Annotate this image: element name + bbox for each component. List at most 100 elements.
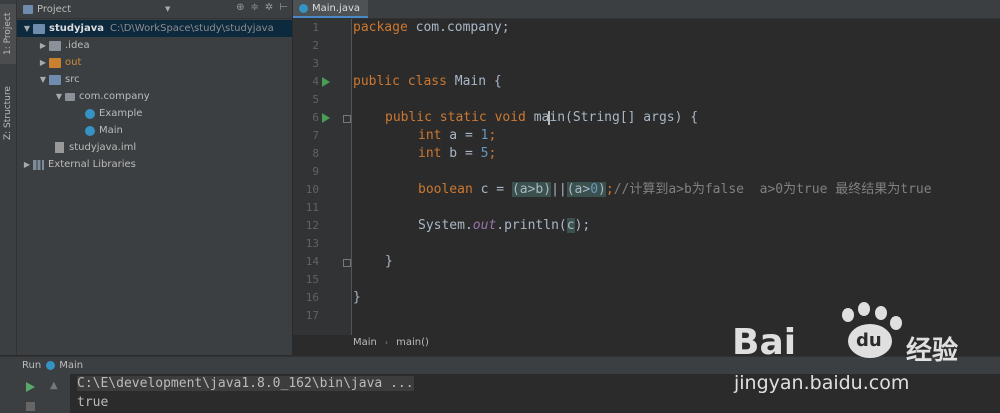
tree-item-label: External Libraries (48, 159, 136, 170)
chevron-down-icon[interactable]: ▼ (21, 24, 33, 33)
code-line-8: int b = 5; (418, 145, 496, 163)
rerun-icon[interactable] (26, 382, 35, 392)
line-number: 4 (312, 75, 319, 88)
method-name: ma (533, 110, 550, 125)
chevron-right-icon[interactable]: ▶ (21, 160, 33, 169)
hide-icon[interactable]: ⊢ (279, 2, 288, 13)
paw-icon (842, 308, 854, 322)
stop-icon[interactable] (26, 402, 35, 411)
breadcrumb-item-class[interactable]: Main (353, 337, 377, 348)
code-text: a = (441, 128, 481, 143)
code-text: com.company; (407, 20, 510, 35)
watermark-logo-tail: 经验 (906, 336, 959, 366)
code-text: b = (441, 146, 481, 161)
tree-item-label: com.company (79, 91, 150, 102)
method-name: in (549, 110, 566, 125)
tree-item-label: Main (99, 125, 123, 136)
code-line-16: } (353, 290, 361, 305)
highlighted-expression: (a>b) (511, 182, 552, 197)
tree-item-com-company[interactable]: ▼ com.company (17, 88, 292, 105)
tree-item-src[interactable]: ▼ src (17, 71, 292, 88)
static-field: out (472, 218, 497, 233)
tree-item-external-libraries[interactable]: ▶ External Libraries (17, 156, 292, 173)
code-line-14: } (385, 254, 393, 269)
collapse-all-icon[interactable]: ≑ (251, 2, 259, 13)
chevron-down-icon[interactable]: ▼ (165, 5, 170, 13)
code-text: c = (472, 182, 512, 197)
project-view-icon (23, 4, 33, 14)
run-config-tab[interactable]: Main (59, 360, 83, 371)
console-toolbar: ▲ (0, 374, 70, 413)
folder-excluded-icon (49, 57, 61, 68)
fold-marker-icon[interactable] (343, 115, 351, 123)
tree-item-label: src (65, 74, 80, 85)
project-panel-header: Project ▼ ⊕ ≑ ✲ ⊢ (17, 0, 292, 19)
left-tool-strip: 1: Project Z: Structure (0, 0, 17, 355)
paw-icon (875, 306, 887, 320)
code-line-10: boolean c = (a>b)||(a>0);//计算到a>b为false … (418, 181, 932, 199)
line-number: 12 (305, 219, 319, 232)
code-area[interactable]: package com.company; public class Main {… (353, 19, 1000, 335)
console-command-line: C:\E\development\java1.8.0_162\bin\java … (77, 376, 414, 391)
line-number: 15 (305, 273, 319, 286)
tree-item-idea[interactable]: ▶ .idea (17, 37, 292, 54)
line-number: 3 (312, 57, 319, 70)
keyword: boolean (418, 182, 473, 197)
chevron-down-icon[interactable]: ▼ (37, 75, 49, 84)
breadcrumb-item-method[interactable]: main() (396, 337, 429, 348)
keyword: package (353, 20, 408, 35)
gear-icon[interactable]: ✲ (265, 2, 273, 13)
tab-structure[interactable]: Z: Structure (0, 78, 16, 148)
tree-item-example[interactable]: Example (17, 105, 292, 122)
line-number: 5 (312, 93, 319, 106)
code-line-4: public class Main { (353, 73, 502, 91)
baidu-jingyan-watermark: Bai du 经验 jingyan.baidu.com (730, 300, 990, 410)
module-folder-icon (33, 23, 45, 34)
code-text: Main { (446, 74, 502, 89)
chevron-right-icon: › (384, 338, 389, 347)
tab-project[interactable]: 1: Project (0, 4, 16, 64)
code-line-12: System.out.println(c); (418, 217, 590, 235)
folder-icon (49, 40, 61, 51)
tree-item-label: .idea (65, 40, 90, 51)
code-text: || (551, 182, 567, 197)
editor-tab-bar: Main.java (293, 0, 1000, 19)
tab-main-java[interactable]: Main.java (293, 0, 369, 18)
tree-item-label: studyjava (49, 23, 104, 34)
code-text: (a> (566, 182, 591, 197)
chevron-down-icon[interactable]: ▼ (53, 92, 65, 101)
code-text: System. (418, 218, 473, 233)
line-number: 13 (305, 237, 319, 250)
line-number: 14 (305, 255, 319, 268)
project-view-selector[interactable]: Project (37, 4, 71, 15)
run-method-icon[interactable] (322, 113, 330, 123)
line-number: 7 (312, 129, 319, 142)
fold-marker-icon[interactable] (343, 259, 351, 267)
keyword: int (418, 128, 442, 143)
number-literal: 0 (590, 182, 599, 197)
arrow-up-icon[interactable]: ▲ (50, 380, 58, 391)
code-line-7: int a = 1; (418, 127, 496, 145)
tree-item-iml[interactable]: studyjava.iml (17, 139, 292, 156)
chevron-right-icon[interactable]: ▶ (37, 41, 49, 50)
tree-item-out[interactable]: ▶ out (17, 54, 292, 71)
code-text: ; (488, 128, 497, 143)
tree-item-main[interactable]: Main (17, 122, 292, 139)
breadcrumb: Main › main() (353, 337, 429, 348)
editor-gutter: 1 2 3 4 5 6 7 8 9 10 11 12 13 14 15 16 1… (293, 19, 352, 335)
line-number: 17 (305, 309, 319, 322)
tree-item-label: Example (99, 108, 143, 119)
package-icon (65, 92, 75, 101)
chevron-right-icon[interactable]: ▶ (37, 58, 49, 67)
run-class-icon[interactable] (322, 77, 330, 87)
code-comment: //计算到a>b为false a>0为true 最终结果为true (613, 182, 932, 197)
line-number: 10 (305, 183, 319, 196)
tree-item-studyjava[interactable]: ▼ studyjava C:\D\WorkSpace\study\studyja… (17, 20, 292, 37)
line-number: 1 (312, 21, 319, 34)
keyword: int (418, 146, 442, 161)
class-icon (85, 125, 95, 136)
console-output-line: true (77, 395, 109, 410)
code-text: (String[] args) { (565, 110, 699, 125)
sync-icon[interactable]: ⊕ (236, 2, 244, 13)
line-number: 16 (305, 291, 319, 304)
